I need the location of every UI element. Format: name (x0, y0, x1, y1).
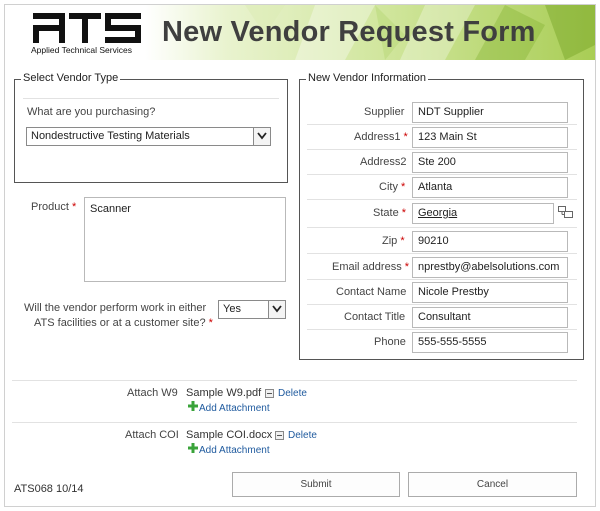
attach-w9-label: Attach W9 (127, 387, 178, 399)
chevron-down-icon[interactable] (253, 128, 270, 145)
add-attachment-w9-link[interactable]: Add Attachment (199, 403, 270, 414)
divider (307, 124, 577, 125)
state-field[interactable]: Georgia (412, 203, 554, 224)
vendor-type-legend: Select Vendor Type (21, 72, 121, 84)
city-label: City * (379, 181, 406, 193)
contact-name-label: Contact Name (336, 286, 407, 298)
purchasing-question: What are you purchasing? (27, 106, 156, 118)
vendor-type-selected: Nondestructive Testing Materials (31, 130, 190, 142)
form-code: ATS068 10/14 (14, 483, 84, 495)
contact-name-field[interactable]: Nicole Prestby (412, 282, 568, 303)
divider (307, 279, 577, 280)
state-value: Georgia (418, 207, 458, 219)
delete-coi-link[interactable]: Delete (288, 430, 317, 441)
contact-title-label: Contact Title (344, 311, 406, 323)
zip-field[interactable]: 90210 (412, 231, 568, 252)
address1-label: Address1 * (354, 131, 408, 143)
email-label: Email address * (332, 261, 410, 273)
contact-title-field[interactable]: Consultant (412, 307, 568, 328)
delete-icon[interactable] (275, 431, 284, 440)
lookup-icon[interactable] (558, 206, 573, 218)
divider (307, 329, 577, 330)
address1-field[interactable]: 123 Main St (412, 127, 568, 148)
form-header: Applied Technical Services New Vendor Re… (5, 5, 595, 60)
vendor-type-select[interactable]: Nondestructive Testing Materials (26, 127, 271, 146)
delete-w9-link[interactable]: Delete (278, 388, 307, 399)
zip-label: Zip * (382, 235, 405, 247)
work-site-question-line2: ATS facilities or at a customer site? * (34, 317, 213, 329)
divider (23, 98, 279, 99)
product-value: Scanner (90, 203, 131, 215)
state-label: State * (373, 207, 407, 219)
page-title: New Vendor Request Form (162, 16, 536, 48)
email-field[interactable]: nprestby@abelsolutions.com (412, 257, 568, 278)
logo-text: Applied Technical Services (31, 45, 132, 55)
delete-icon[interactable] (265, 389, 274, 398)
supplier-field[interactable]: NDT Supplier (412, 102, 568, 123)
city-field[interactable]: Atlanta (412, 177, 568, 198)
supplier-label: Supplier (364, 106, 405, 118)
address2-label: Address2 (360, 156, 407, 168)
phone-label: Phone (374, 336, 406, 348)
divider (307, 199, 577, 200)
work-site-question-line1: Will the vendor perform work in either (24, 302, 207, 314)
plus-icon[interactable] (188, 443, 198, 453)
coi-filename[interactable]: Sample COI.docx (186, 429, 272, 441)
product-label: Product * (31, 201, 77, 213)
divider (307, 227, 577, 228)
divider (307, 149, 577, 150)
cancel-button[interactable]: Cancel (408, 472, 577, 497)
divider (12, 380, 577, 381)
divider (307, 253, 577, 254)
chevron-down-icon[interactable] (268, 301, 285, 318)
w9-filename[interactable]: Sample W9.pdf (186, 387, 261, 399)
add-attachment-coi-link[interactable]: Add Attachment (199, 445, 270, 456)
divider (307, 174, 577, 175)
attach-coi-label: Attach COI (125, 429, 179, 441)
divider (307, 304, 577, 305)
plus-icon[interactable] (188, 401, 198, 411)
vendor-info-legend: New Vendor Information (306, 72, 429, 84)
work-site-selected: Yes (223, 303, 241, 315)
vendor-type-fieldset: Select Vendor Type What are you purchasi… (14, 72, 288, 183)
ats-logo: Applied Technical Services (31, 13, 143, 59)
work-site-select[interactable]: Yes (218, 300, 286, 319)
ats-logo-mark (33, 13, 141, 43)
submit-button[interactable]: Submit (232, 472, 400, 497)
divider (12, 422, 577, 423)
address2-field[interactable]: Ste 200 (412, 152, 568, 173)
product-textarea[interactable]: Scanner (84, 197, 286, 282)
phone-field[interactable]: 555-555-5555 (412, 332, 568, 353)
